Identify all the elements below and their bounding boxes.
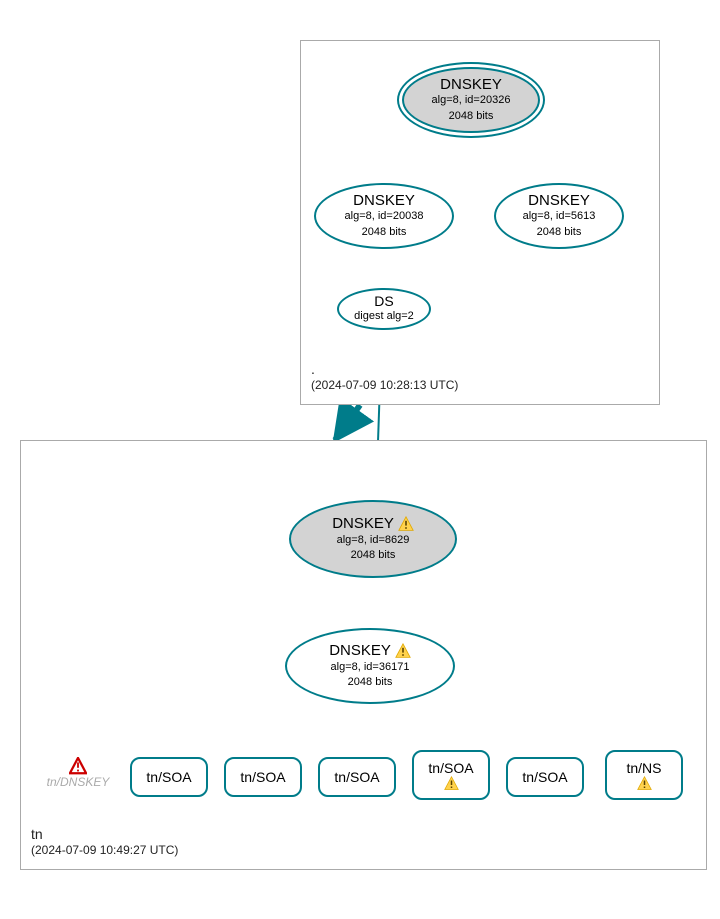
node-title: DNSKEY [353,193,415,208]
node-title-row: DNSKEY [329,643,411,659]
leaf-label: tn/SOA [428,760,473,776]
leaf-label: tn/SOA [240,769,285,785]
ds-root[interactable]: DS digest alg=2 [337,288,431,330]
node-sub: 2048 bits [348,676,393,689]
node-title: DS [374,294,393,308]
dnskey-root-zsk-5613[interactable]: DNSKEY alg=8, id=5613 2048 bits [494,183,624,249]
node-title-row: DNSKEY [332,516,414,532]
node-sub: 2048 bits [537,226,582,239]
node-sub: 2048 bits [449,110,494,123]
error-icon [69,757,87,775]
leaf-label: tn/SOA [146,769,191,785]
warning-icon [444,776,459,791]
leaf-label: tn/NS [626,760,661,776]
dnskey-tn-zsk[interactable]: DNSKEY alg=8, id=36171 2048 bits [285,628,455,704]
rrset-tn-soa-warn[interactable]: tn/SOA [412,750,490,800]
rrset-tn-soa[interactable]: tn/SOA [130,757,208,797]
error-tn-dnskey[interactable]: tn/DNSKEY [38,757,118,789]
warning-icon [637,776,652,791]
rrset-tn-ns-warn[interactable]: tn/NS [605,750,683,800]
node-sub: alg=8, id=8629 [337,534,410,547]
node-title: DNSKEY [332,515,393,532]
node-title: DNSKEY [528,193,590,208]
leaf-label: tn/SOA [334,769,379,785]
warning-icon [395,643,411,659]
node-title: DNSKEY [440,77,502,92]
node-sub: alg=8, id=5613 [523,210,596,223]
warning-icon [398,516,414,532]
rrset-tn-soa[interactable]: tn/SOA [506,757,584,797]
zone-tn-name: tn [31,825,178,843]
rrset-tn-soa[interactable]: tn/SOA [318,757,396,797]
zone-root-name: . [311,360,458,378]
dnskey-root-zsk-20038[interactable]: DNSKEY alg=8, id=20038 2048 bits [314,183,454,249]
node-sub: 2048 bits [362,226,407,239]
leaf-label: tn/SOA [522,769,567,785]
error-label: tn/DNSKEY [38,775,118,789]
zone-tn-timestamp: (2024-07-09 10:49:27 UTC) [31,843,178,859]
rrset-tn-soa[interactable]: tn/SOA [224,757,302,797]
node-sub: alg=8, id=20038 [345,210,424,223]
node-sub: alg=8, id=36171 [331,661,410,674]
node-sub: alg=8, id=20326 [432,94,511,107]
node-title: DNSKEY [329,642,390,659]
dnskey-root-ksk[interactable]: DNSKEY alg=8, id=20326 2048 bits [402,67,540,133]
zone-root-timestamp: (2024-07-09 10:28:13 UTC) [311,378,458,394]
dnskey-tn-ksk[interactable]: DNSKEY alg=8, id=8629 2048 bits [289,500,457,578]
node-sub: digest alg=2 [354,310,414,323]
node-sub: 2048 bits [351,549,396,562]
